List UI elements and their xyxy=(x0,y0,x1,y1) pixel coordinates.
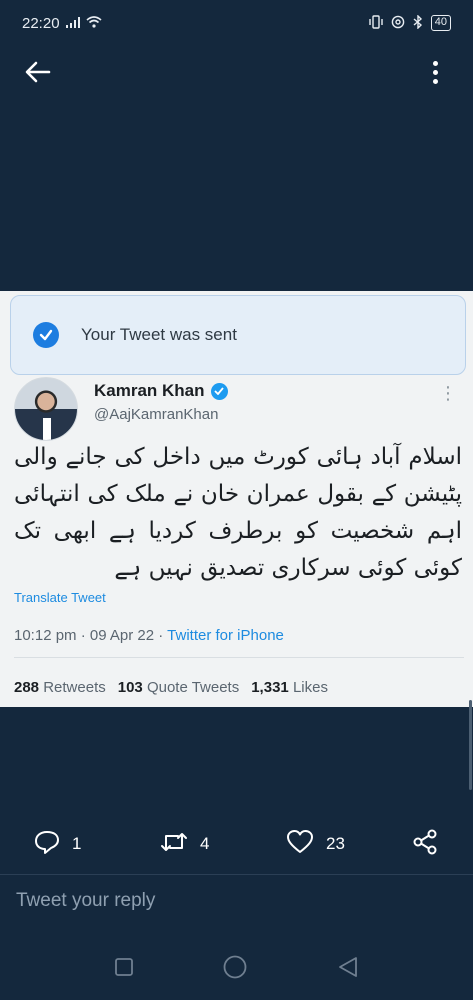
quote-label: Quote Tweets xyxy=(146,679,240,696)
attached-image[interactable]: Your Tweet was sent Kamran Khan @AajKamr… xyxy=(0,291,473,707)
tweet-sent-toast: Your Tweet was sent xyxy=(10,295,466,375)
more-options-icon[interactable] xyxy=(417,54,453,90)
author-handle: @AajKamranKhan xyxy=(94,406,219,423)
tweet-text: اسلام آباد ہائی کورٹ میں داخل کی جانے وا… xyxy=(14,444,462,581)
signal-icon xyxy=(65,15,80,32)
quote-count: 103 xyxy=(117,679,143,696)
retweets-label: Retweets xyxy=(43,679,106,696)
divider xyxy=(0,874,473,875)
status-right: 40 xyxy=(368,13,451,32)
like-count: 23 xyxy=(326,834,345,853)
author-name-row: Kamran Khan xyxy=(94,381,228,401)
home-circle-icon[interactable] xyxy=(222,954,248,985)
quotes-stat: 103 Quote Tweets xyxy=(118,679,239,696)
checkmark-icon xyxy=(33,322,59,348)
like-button[interactable]: 23 xyxy=(286,829,345,860)
scrollbar[interactable] xyxy=(469,700,472,790)
author-name: Kamran Khan xyxy=(94,381,205,400)
back-arrow-icon[interactable] xyxy=(20,54,56,90)
system-nav-bar xyxy=(0,944,473,994)
battery-icon: 40 xyxy=(430,15,451,31)
wifi-icon xyxy=(86,15,102,32)
reply-count: 1 xyxy=(72,834,82,853)
tweet-header: Kamran Khan @AajKamranKhan ⋮ xyxy=(14,377,464,441)
at-icon xyxy=(391,15,405,32)
translate-link: Translate Tweet xyxy=(14,590,106,605)
likes-count: 1,331 xyxy=(251,679,289,696)
retweet-button[interactable]: 4 xyxy=(160,830,209,859)
retweets-count: 288 xyxy=(14,679,40,696)
likes-label: Likes xyxy=(292,679,328,696)
recents-square-icon[interactable] xyxy=(114,957,134,982)
tweet-source: Twitter for iPhone xyxy=(167,627,284,644)
status-bar: 22:20 40 xyxy=(0,0,473,46)
retweets-stat: 288 Retweets xyxy=(14,679,106,696)
action-bar: 1 4 23 xyxy=(0,824,473,864)
avatar xyxy=(14,377,78,441)
likes-stat: 1,331 Likes xyxy=(251,679,328,696)
retweet-count: 4 xyxy=(200,834,210,853)
reply-input[interactable]: Tweet your reply xyxy=(16,890,155,912)
tweet-timestamp: 10:12 pm · 09 Apr 22 · xyxy=(14,627,168,644)
share-icon xyxy=(412,829,438,860)
verified-badge-icon xyxy=(210,382,228,400)
bluetooth-icon xyxy=(412,13,424,32)
clock: 22:20 xyxy=(22,14,60,32)
heart-icon xyxy=(286,829,314,860)
back-triangle-icon[interactable] xyxy=(337,955,359,984)
vibrate-icon xyxy=(368,14,384,32)
reply-icon xyxy=(34,829,60,860)
divider xyxy=(14,657,464,658)
status-left: 22:20 xyxy=(22,15,102,32)
retweet-icon xyxy=(160,830,188,859)
share-button[interactable] xyxy=(412,829,438,860)
tweet-stats: 288 Retweets 103 Quote Tweets 1,331 Like… xyxy=(14,679,328,696)
top-bar xyxy=(0,50,473,94)
tweet-meta: 10:12 pm · 09 Apr 22 · Twitter for iPhon… xyxy=(14,627,284,644)
toast-message: Your Tweet was sent xyxy=(81,325,237,344)
reply-button[interactable]: 1 xyxy=(34,829,81,860)
tweet-more-icon: ⋮ xyxy=(439,383,458,403)
